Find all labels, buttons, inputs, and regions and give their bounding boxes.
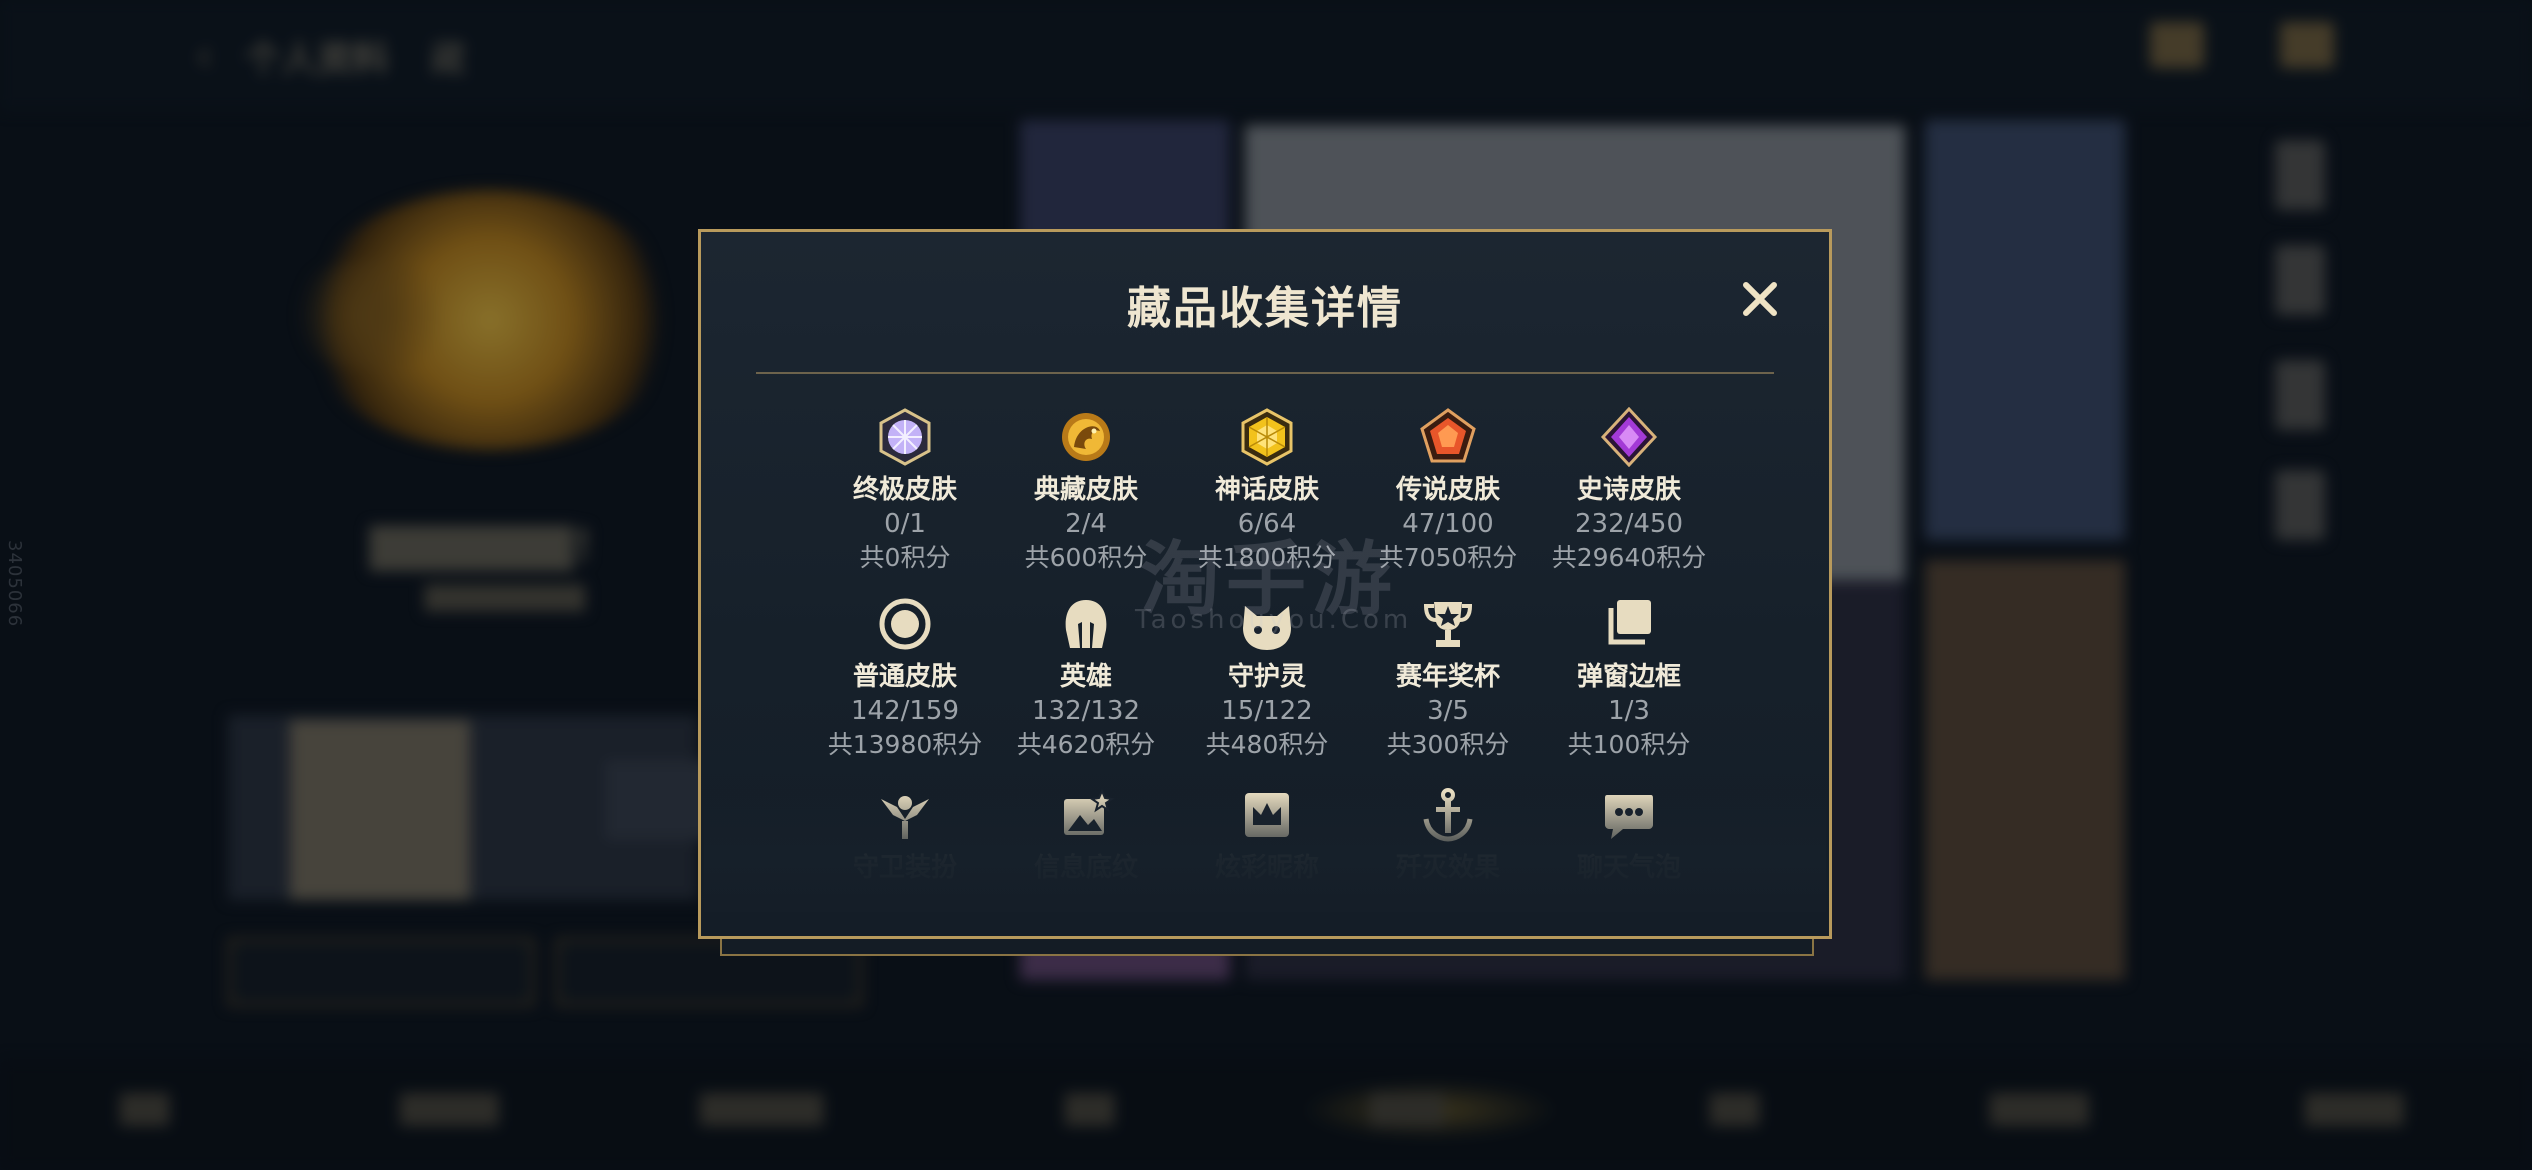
close-button[interactable] — [1735, 274, 1785, 324]
item-points: 共4620积分 — [1016, 730, 1156, 759]
title-divider — [756, 372, 1774, 374]
dialog-title: 藏品收集详情 — [1127, 283, 1403, 334]
item-count: 142/159 — [850, 696, 959, 726]
item-points: 共300积分 — [1386, 730, 1510, 759]
item-points: 共13980积分 — [827, 730, 983, 759]
collection-item-banners[interactable]: 信息底纹 — [991, 785, 1181, 885]
item-label: 守护灵 — [1227, 662, 1306, 692]
image-sparkle-icon — [1064, 788, 1115, 835]
epic-gem-icon — [1600, 407, 1658, 467]
circle-icon — [879, 598, 931, 650]
collection-item-ward-skins[interactable]: 守卫装扮 — [810, 785, 1000, 885]
anchor-icon — [1423, 788, 1473, 842]
item-points: 共100积分 — [1567, 730, 1691, 759]
item-label: 赛年奖杯 — [1395, 662, 1500, 692]
legendary-gem-icon — [1420, 408, 1476, 463]
watermark-text: Taoshouyou.Com — [1135, 605, 1413, 635]
close-icon — [1743, 282, 1777, 316]
item-label: 普通皮肤 — [852, 662, 957, 692]
item-label: 信息底纹 — [1033, 853, 1138, 883]
helmet-icon — [1065, 600, 1107, 648]
ward-icon — [881, 796, 929, 839]
item-count: 1/3 — [1608, 696, 1650, 726]
chat-bubble-icon — [1605, 795, 1653, 839]
frames-icon — [1608, 600, 1651, 645]
trophy-icon — [1423, 602, 1473, 647]
item-label: 守卫装扮 — [852, 853, 957, 883]
collection-item-classic[interactable]: 普通皮肤 142/159 共13980积分 — [810, 594, 1000, 762]
item-points: 共480积分 — [1205, 730, 1329, 759]
collection-item-frames[interactable]: 弹窗边框 1/3 共100积分 — [1534, 594, 1724, 762]
crown-card-icon — [1245, 793, 1289, 837]
item-label: 英雄 — [1059, 662, 1112, 692]
item-count: 232/450 — [1574, 509, 1683, 539]
item-label: 炫彩昵称 — [1214, 853, 1319, 883]
item-count: 15/122 — [1221, 696, 1313, 726]
collection-item-nicknames[interactable]: 炫彩昵称 — [1172, 785, 1362, 885]
item-count: 132/132 — [1031, 696, 1140, 726]
item-label: 终极皮肤 — [852, 475, 957, 505]
item-label: 神话皮肤 — [1214, 475, 1319, 505]
collection-item-ultimate[interactable]: 终极皮肤 0/1 共0积分 — [810, 407, 1000, 575]
item-label: 史诗皮肤 — [1576, 475, 1681, 505]
item-points: 共29640积分 — [1551, 543, 1707, 572]
collection-item-chat-bubbles[interactable]: 聊天气泡 — [1534, 785, 1724, 885]
item-label: 歼灭效果 — [1395, 853, 1500, 883]
item-points: 共0积分 — [859, 543, 951, 572]
item-label: 聊天气泡 — [1576, 853, 1681, 883]
item-label: 传说皮肤 — [1395, 475, 1500, 505]
item-count: 0/1 — [884, 509, 926, 539]
dragon-crest-icon — [1062, 413, 1110, 461]
collection-item-epic[interactable]: 史诗皮肤 232/450 共29640积分 — [1534, 407, 1724, 575]
ultimate-gem-icon — [879, 408, 931, 466]
item-count: 3/5 — [1427, 696, 1469, 726]
item-label: 弹窗边框 — [1576, 662, 1681, 692]
mythic-gem-icon — [1241, 408, 1293, 466]
collection-item-kill-effects[interactable]: 歼灭效果 — [1353, 785, 1543, 885]
item-label: 典藏皮肤 — [1033, 475, 1138, 505]
